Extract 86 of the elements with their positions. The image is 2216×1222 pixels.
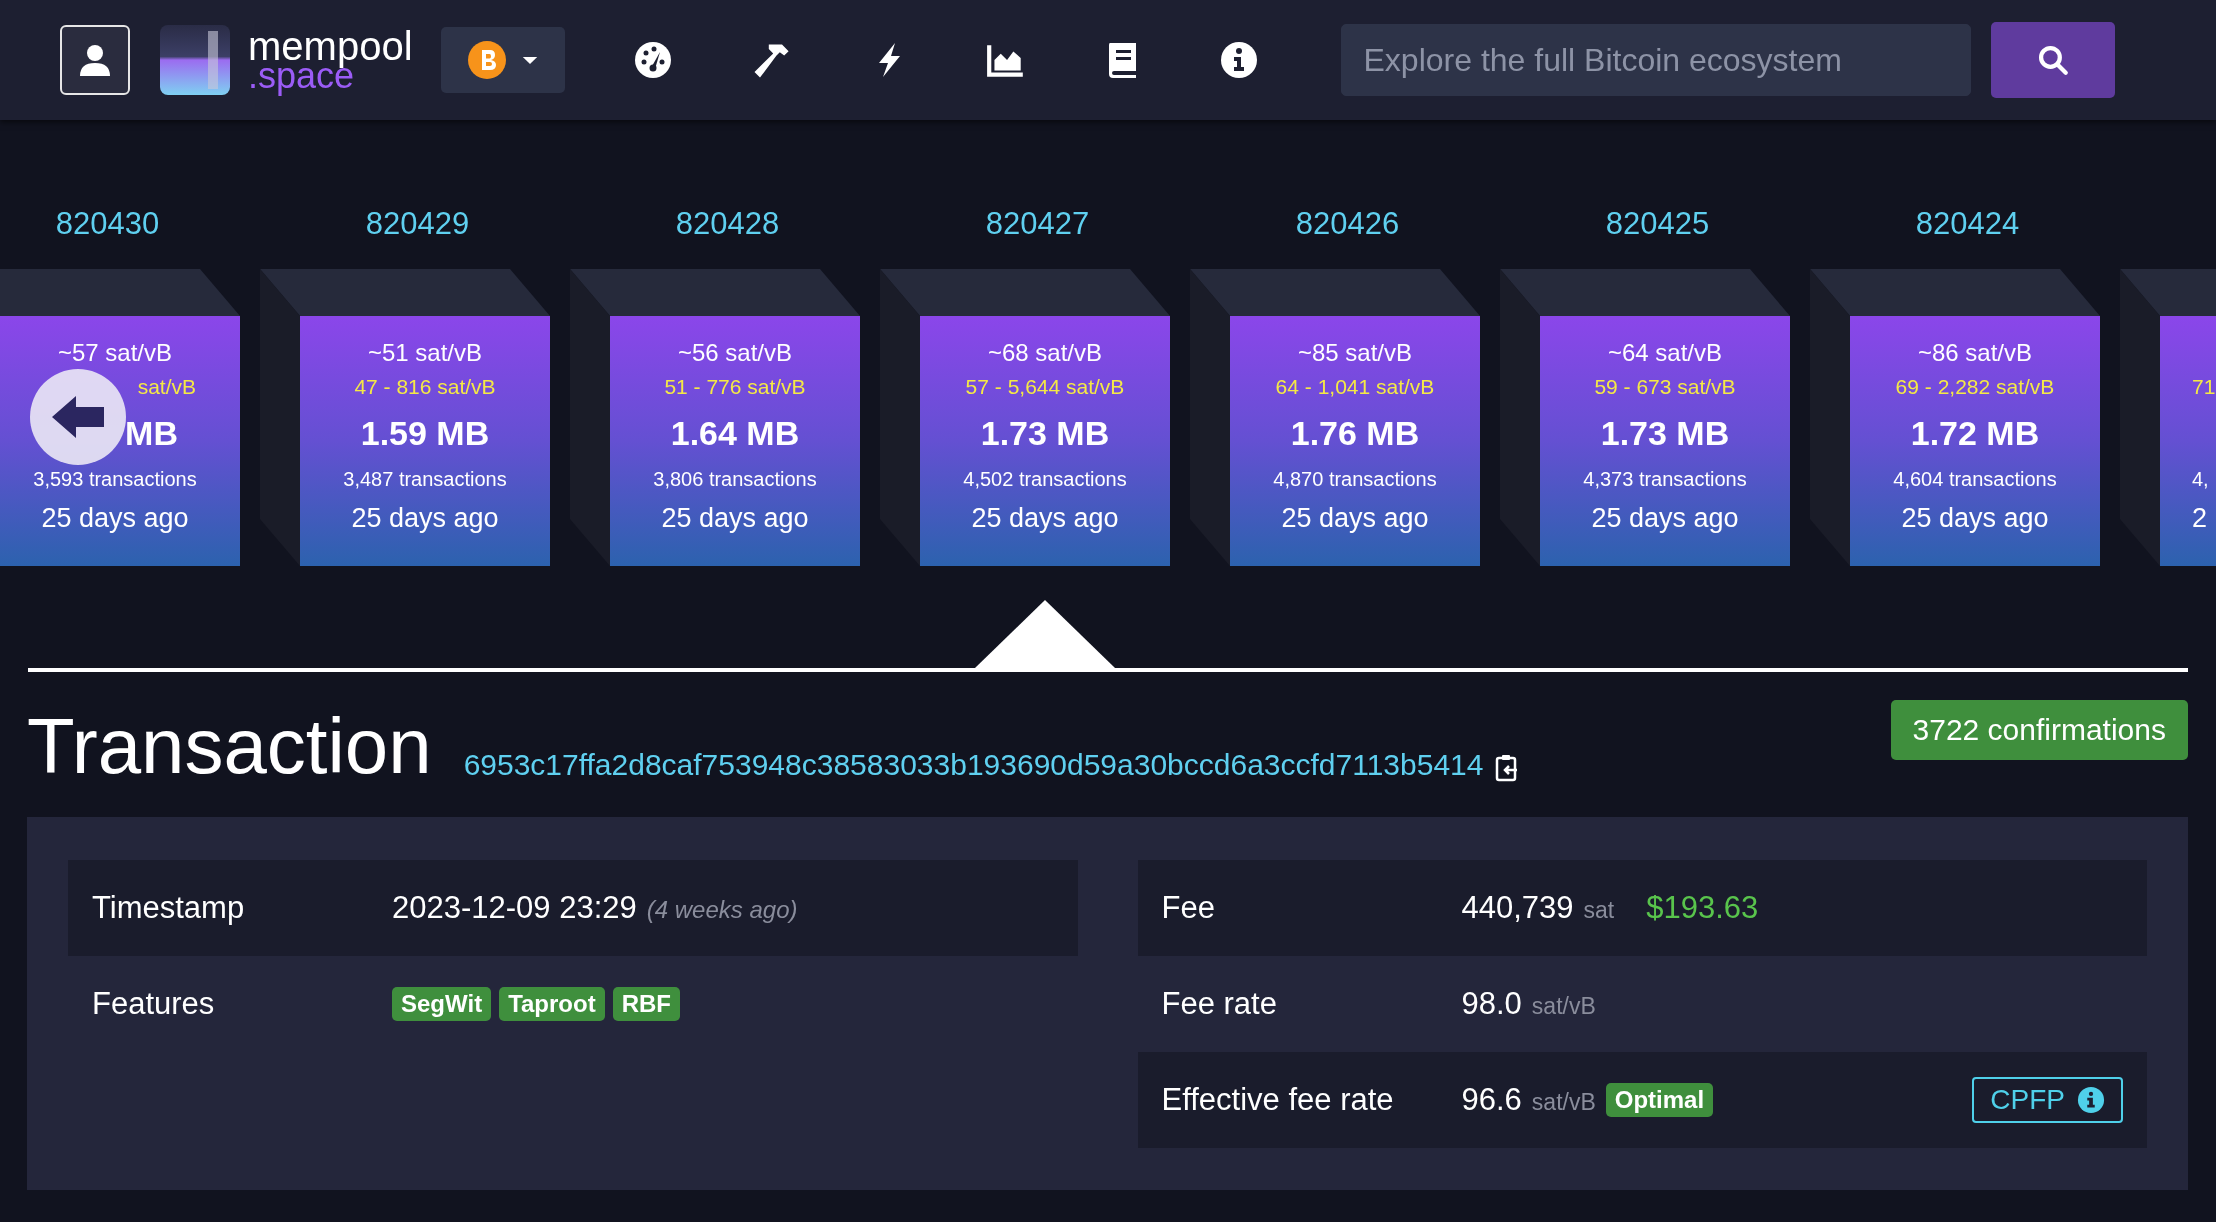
network-dropdown[interactable] (440, 27, 565, 93)
block-card[interactable]: ~51 sat/vB 47 - 816 sat/vB 1.59 MB 3,487 transactions 25 days ago (300, 316, 550, 566)
transaction-count: 4,502 transactions (963, 467, 1127, 492)
block-card[interactable]: ~68 sat/vB 57 - 5,644 sat/vB 1.73 MB 4,502 transactions 25 days ago (920, 316, 1170, 566)
block-age: 25 days ago (1281, 502, 1429, 535)
median-fee: ~56 sat/vB (677, 338, 793, 368)
logo-icon[interactable] (160, 25, 230, 95)
block-card[interactable]: ~56 sat/vB 51 - 776 sat/vB 1.64 MB 3,806 transactions 25 days ago (610, 316, 860, 566)
gauge-icon[interactable] (632, 40, 673, 80)
confirmations-badge: 3722 confirmations (1890, 700, 2188, 760)
block-height-link[interactable]: 820425 (1500, 204, 1789, 244)
median-fee: ~68 sat/vB (987, 338, 1103, 368)
search-button[interactable] (1990, 22, 2115, 98)
fee-range: 59 - 673 sat/vB (1594, 374, 1736, 400)
detail-value: 98.0 (1461, 986, 1522, 1022)
copy-icon[interactable] (1495, 754, 1520, 782)
transaction-count: 3,806 transactions (653, 467, 817, 492)
detail-value: 2023-12-09 23:29 (392, 890, 637, 926)
block-height-link[interactable]: 820430 (0, 204, 239, 244)
block-height-link[interactable]: 820428 (570, 204, 859, 244)
detail-value: 440,739 (1461, 890, 1574, 926)
user-button[interactable] (60, 25, 130, 95)
relative-time: (4 weeks ago) (646, 896, 798, 924)
page-title: Transaction (27, 702, 432, 790)
bitcoin-icon (466, 40, 507, 80)
block-age: 25 days ago (661, 502, 809, 535)
fee-badge: Optimal (1605, 1083, 1714, 1117)
block-age: 25 days ago (41, 502, 189, 535)
block-size: 1.59 MB (360, 413, 490, 454)
block-size: 1.73 MB (980, 413, 1110, 454)
fee-range: 51 - 776 sat/vB (664, 374, 806, 400)
transaction-count: 4,870 transactions (1273, 467, 1437, 492)
block-age: 25 days ago (1901, 502, 2049, 535)
block-height-link[interactable]: 820429 (260, 204, 549, 244)
detail-label: Fee (1161, 890, 1216, 926)
block-height-link[interactable]: 820427 (880, 204, 1169, 244)
block-age: 25 days ago (971, 502, 1119, 535)
transaction-count: 4,604 transactions (1893, 467, 2057, 492)
detail-label: Timestamp (92, 890, 246, 926)
block-size: 1.72 MB (1910, 413, 2040, 454)
block-height-link[interactable]: 820424 (1810, 204, 2099, 244)
unit-text: sat/vB (1531, 993, 1596, 1020)
block-age: 25 days ago (351, 502, 499, 535)
block-size: 1.73 MB (1600, 413, 1730, 454)
block-size: 1.76 MB (1290, 413, 1420, 454)
block-age: 25 days ago (1591, 502, 1739, 535)
block-size: MB (125, 413, 178, 454)
block-card[interactable]: 71 4, 2 (2160, 316, 2216, 566)
transaction-count: 3,487 transactions (343, 467, 507, 492)
detail-label: Fee rate (1161, 986, 1278, 1022)
median-fee: ~51 sat/vB (367, 338, 483, 368)
search-field[interactable]: Explore the full Bitcoin ecosystem (1340, 24, 1971, 96)
info-icon (2077, 1086, 2105, 1114)
median-fee: ~85 sat/vB (1297, 338, 1413, 368)
cpfp-button[interactable]: CPFP (1972, 1077, 2123, 1123)
block-height-link[interactable]: 820426 (1190, 204, 1479, 244)
transaction-id-link[interactable]: 6953c17ffa2d8caf753948c38583033b193690d59a30bccd6a3ccfd7113b5414 (463, 748, 1484, 782)
unit-text: sat/vB (1531, 1089, 1596, 1116)
block-card[interactable]: ~86 sat/vB 69 - 2,282 sat/vB 1.72 MB 4,604 transactions 25 days ago (1850, 316, 2100, 566)
feature-tag: SegWit (392, 987, 492, 1021)
fee-range: sat/vB (137, 374, 196, 400)
unit-text: sat (1583, 897, 1615, 924)
info-icon[interactable] (1218, 40, 1259, 80)
median-fee: ~86 sat/vB (1917, 338, 2033, 368)
fiat-value: $193.63 (1646, 890, 1759, 926)
block-age: 2 (2192, 502, 2208, 535)
detail-value: 96.6 (1461, 1082, 1522, 1118)
median-fee: ~57 sat/vB (57, 338, 173, 368)
detail-label: Effective fee rate (1161, 1082, 1395, 1118)
block-size: 1.64 MB (670, 413, 800, 454)
fee-range: 71 (2192, 374, 2216, 400)
fee-range: 47 - 816 sat/vB (354, 374, 496, 400)
transaction-count: 3,593 transactions (33, 467, 197, 492)
fee-range: 69 - 2,282 sat/vB (1895, 374, 2055, 400)
feature-tag: RBF (612, 987, 680, 1021)
median-fee: ~64 sat/vB (1607, 338, 1723, 368)
feature-tag: Taproot (499, 987, 605, 1021)
caret-icon (520, 54, 539, 66)
block-card[interactable]: ~64 sat/vB 59 - 673 sat/vB 1.73 MB 4,373 transactions 25 days ago (1540, 316, 1790, 566)
detail-label: Features (92, 986, 216, 1022)
transaction-count: 4, (2192, 467, 2209, 492)
fee-range: 64 - 1,041 sat/vB (1275, 374, 1435, 400)
logo-text[interactable]: mempool (248, 24, 413, 69)
block-card[interactable]: ~85 sat/vB 64 - 1,041 sat/vB 1.76 MB 4,870 transactions 25 days ago (1230, 316, 1480, 566)
fee-range: 57 - 5,644 sat/vB (965, 374, 1125, 400)
transaction-count: 4,373 transactions (1583, 467, 1747, 492)
